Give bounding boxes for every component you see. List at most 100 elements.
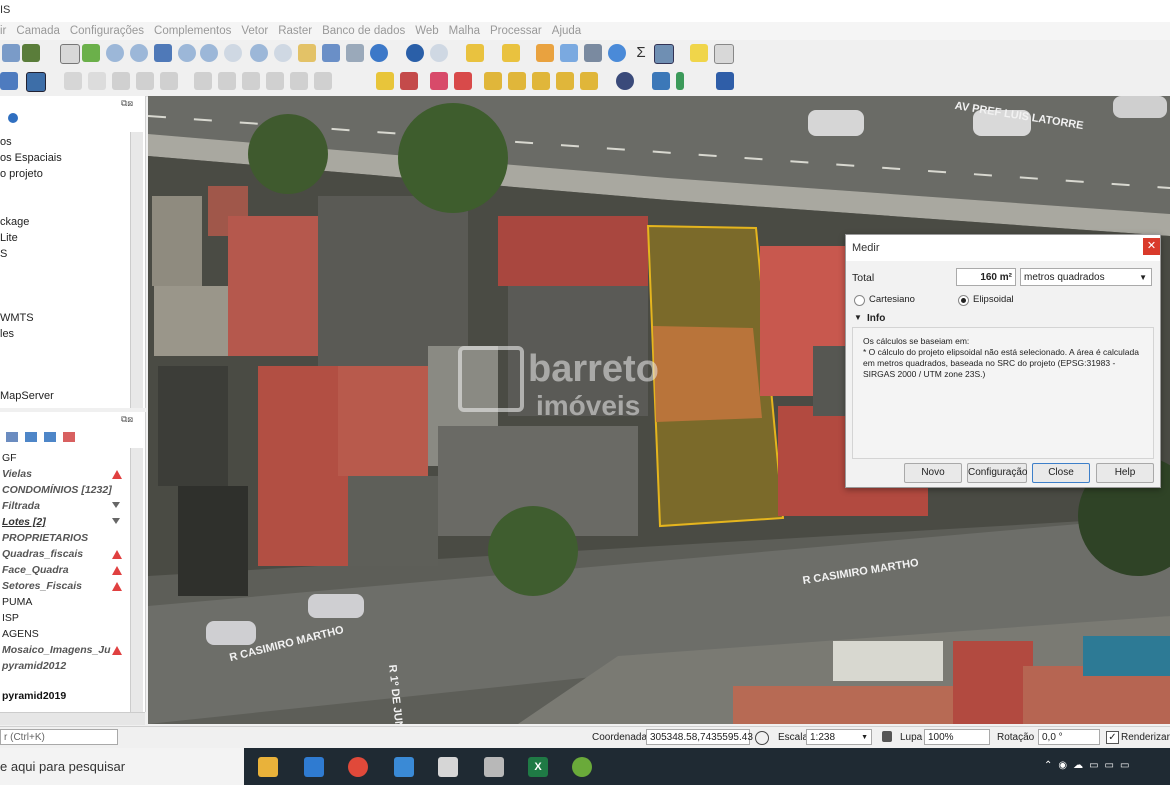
delete-icon[interactable]: [194, 72, 212, 90]
select-by-value-icon[interactable]: [502, 44, 520, 62]
layer-item[interactable]: Face_Quadra: [2, 564, 69, 576]
unit-select[interactable]: metros quadrados ▼: [1020, 268, 1152, 286]
zoom-next-icon[interactable]: [274, 44, 292, 62]
close-button[interactable]: Close: [1032, 463, 1090, 483]
expand-all-icon[interactable]: [25, 432, 38, 442]
layer-item[interactable]: Mosaico_Imagens_Ju: [2, 644, 111, 656]
refresh-icon[interactable]: [370, 44, 388, 62]
render-checkbox[interactable]: ✓: [1106, 731, 1119, 744]
menu-item-database[interactable]: Banco de dados: [322, 25, 405, 37]
layer-group[interactable]: GF: [2, 452, 17, 464]
zoom-in-icon[interactable]: [106, 44, 124, 62]
pan-hand-icon[interactable]: [60, 44, 80, 64]
bracket-plugin-icon[interactable]: [676, 72, 684, 90]
menu-item-processing[interactable]: Processar: [490, 25, 542, 37]
edit-pencil-icon[interactable]: [64, 72, 82, 90]
radio-ellipsoidal[interactable]: [958, 295, 969, 306]
statistics-sigma-icon[interactable]: Σ: [632, 44, 650, 62]
browser-item[interactable]: os Espaciais: [0, 152, 62, 164]
zoom-selection-icon[interactable]: [178, 44, 196, 62]
qgis-icon[interactable]: [572, 757, 592, 777]
label-move-icon[interactable]: [484, 72, 502, 90]
browser-item[interactable]: o projeto: [0, 168, 43, 180]
panel-float-close-icon[interactable]: ⧉⊠: [121, 98, 133, 109]
layer-item[interactable]: pyramid2019: [2, 690, 66, 702]
identify-icon[interactable]: [406, 44, 424, 62]
menu-item-project[interactable]: ir: [0, 25, 6, 37]
undo-icon[interactable]: [290, 72, 308, 90]
menu-item-raster[interactable]: Raster: [278, 25, 312, 37]
pan-to-selection-icon[interactable]: [82, 44, 100, 62]
layer-group[interactable]: PUMA: [2, 596, 32, 608]
layer-item[interactable]: PROPRIETARIOS: [2, 532, 88, 544]
info-icon[interactable]: [8, 113, 18, 123]
measure-area-icon[interactable]: [654, 44, 674, 64]
layers-hscrollbar[interactable]: [0, 712, 145, 725]
attribute-table-icon[interactable]: [560, 44, 578, 62]
python-console-icon[interactable]: [652, 72, 670, 90]
map-tips-icon[interactable]: [690, 44, 708, 62]
menu-item-web[interactable]: Web: [415, 25, 438, 37]
menu-item-plugins[interactable]: Complementos: [154, 25, 231, 37]
layer-group[interactable]: ISP: [2, 612, 19, 624]
browser-scrollbar[interactable]: [130, 132, 143, 408]
photos-icon[interactable]: [394, 757, 414, 777]
bookmark-icon[interactable]: [346, 44, 364, 62]
layer-item[interactable]: Setores_Fiscais: [2, 580, 82, 592]
menu-item-help[interactable]: Ajuda: [552, 25, 581, 37]
select-features-icon[interactable]: [466, 44, 484, 62]
cut-icon[interactable]: [218, 72, 236, 90]
mail-icon[interactable]: [304, 757, 324, 777]
redo-icon[interactable]: [314, 72, 332, 90]
browser-item[interactable]: les: [0, 328, 14, 340]
zoom-native-icon[interactable]: [224, 44, 242, 62]
app-icon-2[interactable]: [484, 757, 504, 777]
plugin-info-icon[interactable]: [716, 72, 734, 90]
layers-scrollbar[interactable]: [130, 448, 143, 712]
layer-add-icon[interactable]: [0, 72, 18, 90]
digitize-icon[interactable]: [88, 72, 106, 90]
layer-styling-icon[interactable]: [22, 44, 40, 62]
copy-icon[interactable]: [242, 72, 260, 90]
menu-item-layer[interactable]: Camada: [16, 25, 59, 37]
remove-layer-icon[interactable]: [63, 432, 76, 442]
label-pin-icon[interactable]: [400, 72, 418, 90]
temporal-controller-icon[interactable]: [322, 44, 340, 62]
info-header[interactable]: Info: [867, 313, 885, 324]
label-show-icon[interactable]: [454, 72, 472, 90]
browser-item[interactable]: S: [0, 248, 7, 260]
extent-toggle-icon[interactable]: [755, 731, 769, 745]
new-button[interactable]: Novo: [904, 463, 962, 483]
zoom-full-icon[interactable]: [154, 44, 172, 62]
coordinate-field[interactable]: 305348.58,7435595.43: [646, 729, 753, 745]
layer-group[interactable]: AGENS: [2, 628, 39, 640]
radio-cartesian[interactable]: [854, 295, 865, 306]
rotation-field[interactable]: 0,0 °: [1038, 729, 1100, 745]
browser-item[interactable]: os: [0, 136, 12, 148]
layer-item-selected[interactable]: Lotes [2]: [2, 516, 46, 528]
zoom-last-icon[interactable]: [250, 44, 268, 62]
label-change-icon[interactable]: [532, 72, 550, 90]
menu-item-vector[interactable]: Vetor: [241, 25, 268, 37]
label-highlight-icon[interactable]: [430, 72, 448, 90]
text-annotation-icon[interactable]: [714, 44, 734, 64]
help-button[interactable]: Help: [1096, 463, 1154, 483]
style-manager-icon[interactable]: [2, 44, 20, 62]
app-icon[interactable]: [438, 757, 458, 777]
paste-icon[interactable]: [266, 72, 284, 90]
menu-item-mesh[interactable]: Malha: [449, 25, 480, 37]
field-calculator-icon[interactable]: [584, 44, 602, 62]
total-value-field[interactable]: 160 m²: [956, 268, 1016, 286]
layer-item[interactable]: Vielas: [2, 468, 32, 480]
toolbox-gear-icon[interactable]: [608, 44, 626, 62]
checkbox-layer-icon[interactable]: [26, 72, 46, 92]
system-tray[interactable]: ⌃◉☁▭▭▭: [1044, 760, 1164, 772]
vertex-tool-icon[interactable]: [160, 72, 178, 90]
label-rotate-icon[interactable]: [508, 72, 526, 90]
lock-icon[interactable]: [882, 731, 892, 742]
label-tool-icon[interactable]: [376, 72, 394, 90]
layer-item[interactable]: pyramid2012: [2, 660, 66, 672]
save-edits-icon[interactable]: [112, 72, 130, 90]
magnifier-field[interactable]: 100%: [924, 729, 990, 745]
scale-field[interactable]: 1:238 ▼: [806, 729, 872, 745]
